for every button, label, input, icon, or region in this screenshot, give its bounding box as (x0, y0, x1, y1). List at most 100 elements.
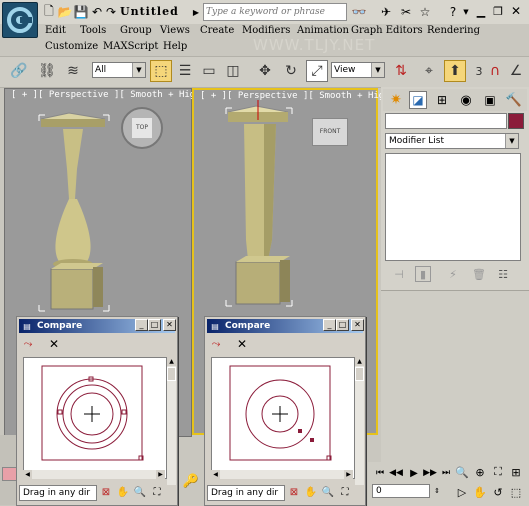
zoom-extents-icon[interactable]: ⛶ (338, 485, 352, 499)
binoculars-icon[interactable]: 👓 (350, 3, 368, 21)
favorite-star-icon[interactable]: ☆ (416, 3, 434, 21)
menu-modifiers[interactable]: Modifiers (242, 25, 290, 36)
previous-frame-icon[interactable]: ◀◀ (388, 466, 404, 480)
zoom-extents-icon[interactable]: ⛶ (150, 485, 164, 499)
help-dropdown-icon[interactable]: ▼ (462, 6, 470, 18)
zoom-extents-all-icon[interactable]: ⊞ (508, 464, 524, 480)
move-icon[interactable]: ✥ (254, 60, 276, 82)
motion-tab-icon[interactable]: ◉ (457, 91, 475, 109)
scroll-left-icon[interactable]: ◀ (23, 470, 32, 479)
redo-icon[interactable]: ↷ (104, 4, 118, 20)
link-icon[interactable]: 🔗 (8, 60, 30, 82)
pick-curve-icon[interactable]: ⤳ (209, 337, 223, 351)
zoom-icon[interactable]: 🔍 (321, 485, 335, 499)
bind-spacewarp-icon[interactable]: ≋ (62, 60, 84, 82)
display-tab-icon[interactable]: ▣ (481, 91, 499, 109)
help-icon[interactable]: ? (444, 3, 462, 21)
menu-group[interactable]: Group (120, 25, 152, 36)
object-name-field[interactable] (385, 113, 507, 129)
reference-coord-dropdown[interactable]: View ▼ (331, 62, 385, 78)
play-icon[interactable]: ▶ (406, 466, 422, 480)
scroll-thumb[interactable] (167, 367, 176, 381)
pan-icon[interactable]: ✋ (304, 485, 318, 499)
scroll-right-icon[interactable]: ▶ (156, 470, 165, 479)
pan-view-icon[interactable]: ✋ (472, 484, 488, 500)
open-folder-icon[interactable]: 📂 (58, 4, 73, 20)
zoom-region-icon[interactable]: ⊠ (287, 485, 301, 499)
maximize-button[interactable]: □ (336, 319, 349, 331)
pivot-center-icon[interactable]: ⇅ (390, 60, 412, 82)
delete-curve-icon[interactable]: ✕ (235, 337, 249, 351)
object-color-swatch[interactable] (508, 113, 524, 129)
compare-canvas[interactable] (211, 357, 355, 479)
zoom-region-icon[interactable]: ⊠ (99, 485, 113, 499)
menu-customize[interactable]: Customize (45, 41, 98, 52)
selection-filter-dropdown[interactable]: All ▼ (92, 62, 146, 78)
menu-animation[interactable]: Animation (297, 25, 349, 36)
menu-help[interactable]: Help (163, 41, 187, 52)
show-end-result-icon[interactable]: ▮ (415, 266, 431, 282)
modifier-stack-list[interactable] (385, 153, 521, 261)
unlink-icon[interactable]: ⛓ (36, 60, 58, 82)
vertical-scrollbar[interactable]: ▲ (355, 357, 364, 485)
window-crossing-icon[interactable]: ◫ (222, 60, 244, 82)
viewcube-compass-icon[interactable]: TOP (121, 107, 163, 149)
keyboard-shortcut-override-icon[interactable]: ⬆ (444, 60, 466, 82)
current-frame-field[interactable]: 0 (372, 484, 430, 498)
maximize-button[interactable]: □ (148, 319, 161, 331)
select-by-name-icon[interactable]: ☰ (174, 60, 196, 82)
chevron-right-icon[interactable]: ▶ (192, 5, 200, 19)
pick-curve-icon[interactable]: ⤳ (21, 337, 35, 351)
rotate-icon[interactable]: ↻ (280, 60, 302, 82)
orbit-icon[interactable]: ↺ (490, 484, 506, 500)
pin-stack-icon[interactable]: ⊣ (391, 267, 407, 281)
delete-curve-icon[interactable]: ✕ (47, 337, 61, 351)
minimize-button[interactable]: _ (323, 319, 336, 331)
menu-maxscript[interactable]: MAXScript (103, 41, 158, 52)
zoom-extents-icon[interactable]: ⛶ (490, 464, 506, 480)
horizontal-scrollbar[interactable]: ◀ ▶ (211, 470, 353, 479)
go-to-start-icon[interactable]: ⏮ (372, 466, 388, 480)
scroll-up-icon[interactable]: ▲ (355, 357, 364, 366)
scroll-thumb[interactable] (355, 367, 364, 381)
minimize-icon[interactable]: ▁ (474, 4, 488, 18)
make-unique-icon[interactable]: ⚡ (445, 267, 461, 281)
menu-tools[interactable]: Tools (80, 25, 106, 36)
remove-modifier-icon[interactable]: 🗑 (471, 267, 487, 281)
horizontal-scrollbar[interactable]: ◀ ▶ (23, 470, 165, 479)
save-icon[interactable]: 💾 (74, 4, 89, 20)
next-frame-icon[interactable]: ▶▶ (422, 466, 438, 480)
close-button[interactable]: ✕ (351, 319, 364, 331)
go-to-end-icon[interactable]: ⏭ (438, 466, 454, 480)
restore-icon[interactable]: ❐ (491, 4, 505, 18)
select-object-icon[interactable]: ⬚ (150, 60, 172, 82)
menu-edit[interactable]: Edit (45, 25, 66, 36)
scroll-up-icon[interactable]: ▲ (167, 357, 176, 366)
pan-icon[interactable]: ✋ (116, 485, 130, 499)
minimize-button[interactable]: _ (135, 319, 148, 331)
zoom-icon[interactable]: 🔍 (454, 464, 470, 480)
utilities-tab-icon[interactable]: 🔨 (505, 91, 523, 109)
scroll-left-icon[interactable]: ◀ (211, 470, 220, 479)
undo-icon[interactable]: ↶ (90, 4, 104, 20)
maximize-viewport-icon[interactable]: ⬚ (508, 484, 524, 500)
field-of-view-icon[interactable]: ▷ (454, 484, 470, 500)
frame-spinner-icon[interactable]: ⇕ (432, 484, 442, 498)
zoom-icon[interactable]: 🔍 (133, 485, 147, 499)
hierarchy-tab-icon[interactable]: ⊞ (433, 91, 451, 109)
vertical-scrollbar[interactable]: ▲ (167, 357, 176, 485)
modifier-list-dropdown[interactable]: Modifier List ▼ (385, 133, 519, 149)
new-file-icon[interactable]: 🗋 (42, 4, 56, 20)
key-icon[interactable]: 🔑 (180, 474, 202, 489)
satellite-icon[interactable]: ✈ (377, 3, 395, 21)
close-button[interactable]: ✕ (163, 319, 176, 331)
exchange-icon[interactable]: ✂ (397, 3, 415, 21)
menu-views[interactable]: Views (160, 25, 190, 36)
magnet-snap-icon[interactable]: ∩ (484, 60, 506, 82)
search-input[interactable] (204, 5, 346, 19)
transform-gizmo-icon[interactable]: ⌖ (418, 60, 440, 82)
menu-create[interactable]: Create (200, 25, 234, 36)
menu-rendering[interactable]: Rendering (427, 25, 480, 36)
app-logo-icon[interactable] (2, 2, 38, 38)
configure-modifier-sets-icon[interactable]: ☷ (495, 267, 511, 281)
